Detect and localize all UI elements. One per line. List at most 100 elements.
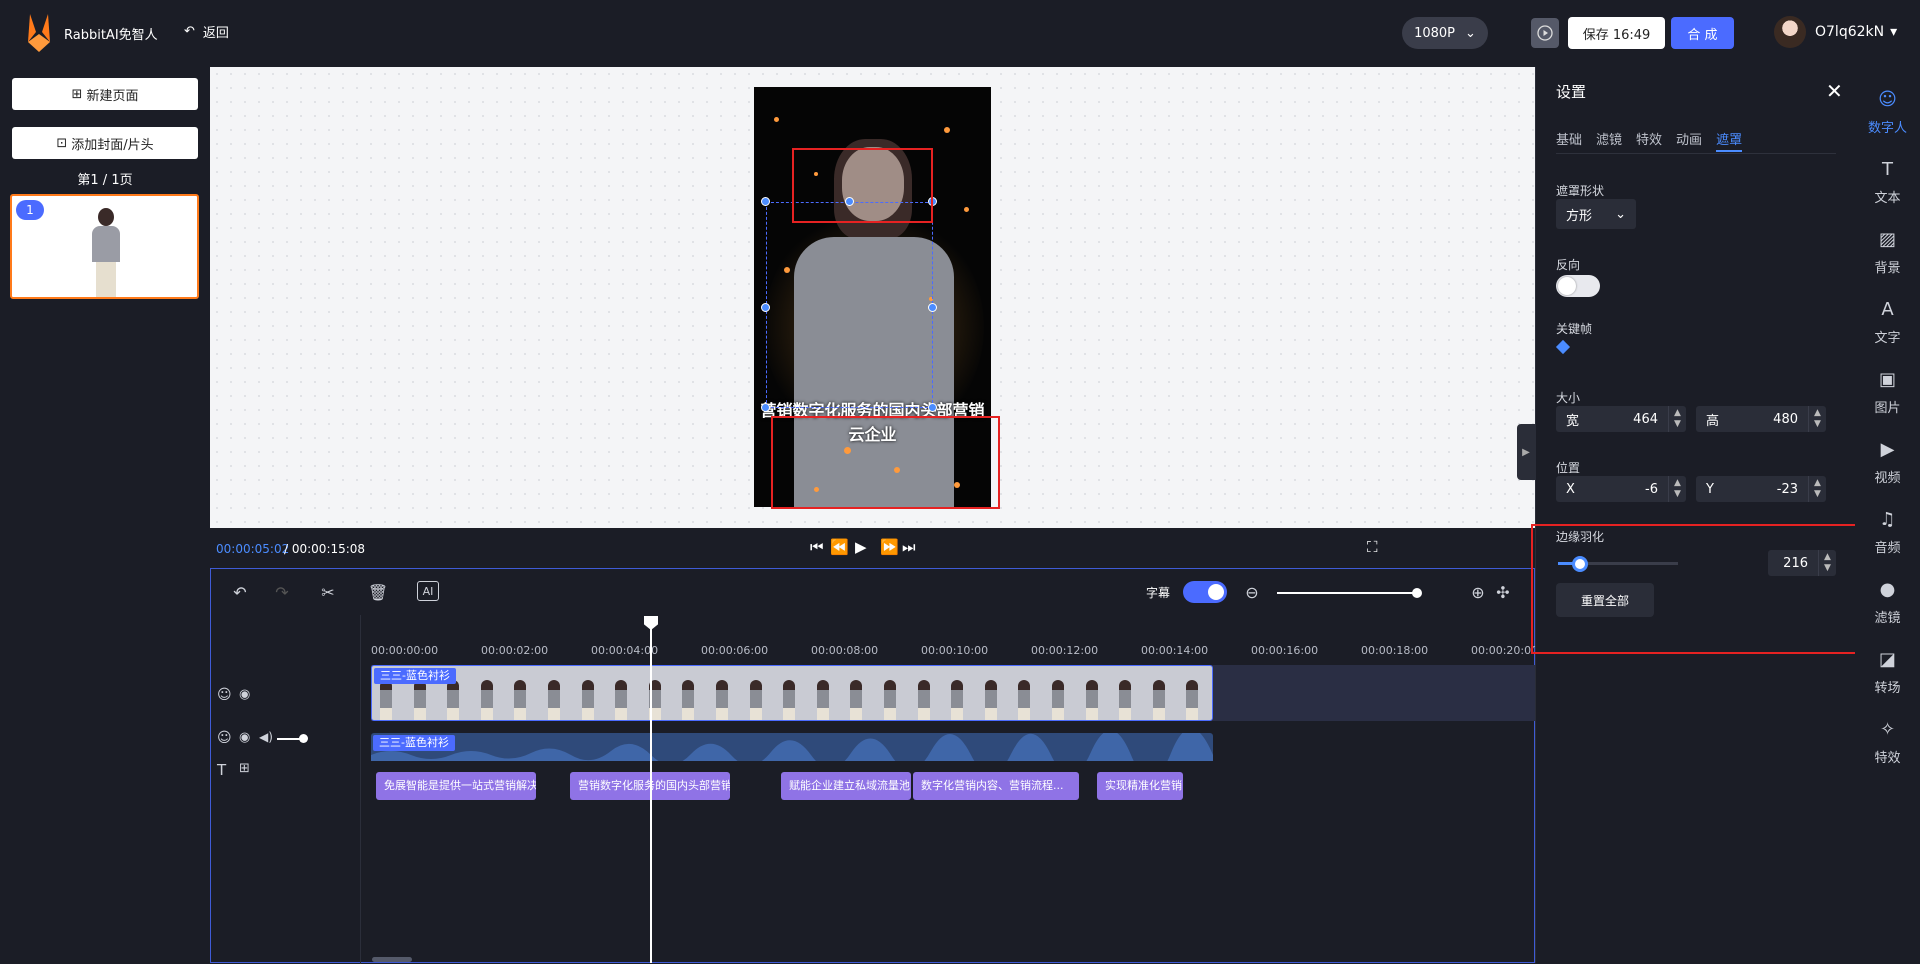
fit-icon[interactable]: ✣ (1492, 581, 1514, 603)
avatar[interactable] (1774, 16, 1806, 48)
width-input[interactable]: 宽 464 ▲ ▼ (1556, 406, 1686, 432)
add-cover-button[interactable]: ⊡ 添加封面/片头 (12, 127, 198, 159)
nav-item-digital-human[interactable]: ☺ 数字人 (1855, 89, 1920, 136)
total-time: / 00:00:15:08 (284, 542, 366, 556)
nav-item-background[interactable]: ▨ 背景 (1855, 229, 1920, 276)
resize-handle[interactable] (761, 197, 770, 206)
tab-effect[interactable]: 特效 (1636, 129, 1662, 152)
y-label: Y (1706, 481, 1714, 497)
skip-start-icon[interactable]: ⏮ (810, 538, 824, 556)
zoom-slider[interactable] (1277, 592, 1417, 594)
subtitle-clip[interactable]: 实现精准化营销 (1097, 772, 1183, 800)
resolution-select[interactable]: 1080P ⌄ (1402, 17, 1488, 49)
preview-play-button[interactable] (1531, 18, 1559, 48)
nav-item-label: 图片 (1874, 401, 1901, 416)
zoom-in-icon[interactable]: ⊕ (1467, 581, 1489, 603)
collapse-panel-button[interactable]: ▶ (1517, 424, 1535, 480)
fullscreen-icon[interactable]: ⛶ (1367, 538, 1378, 556)
clip-frame (581, 680, 594, 720)
clip-frame (514, 680, 527, 720)
resize-handle[interactable] (928, 303, 937, 312)
x-input[interactable]: X -6 ▲ ▼ (1556, 476, 1686, 502)
x-stepper[interactable]: ▲ ▼ (1668, 476, 1686, 502)
clip-frame (1018, 680, 1031, 720)
tab-basic[interactable]: 基础 (1556, 129, 1582, 152)
nav-item-image[interactable]: ▣ 图片 (1855, 369, 1920, 416)
reverse-toggle[interactable] (1556, 275, 1600, 297)
add-subtitle-icon[interactable]: ⊞ (239, 761, 250, 776)
step-back-icon[interactable]: ⏪ (830, 538, 849, 556)
height-stepper[interactable]: ▲ ▼ (1808, 406, 1826, 432)
width-stepper[interactable]: ▲ ▼ (1668, 406, 1686, 432)
height-input[interactable]: 高 480 ▲ ▼ (1696, 406, 1826, 432)
nav-item-effect[interactable]: ✧ 特效 (1855, 719, 1920, 766)
resize-handle[interactable] (928, 403, 937, 412)
nav-item-filter[interactable]: ● 滤镜 (1855, 579, 1920, 626)
time-ruler[interactable]: 00:00:00:00 00:00:02:00 00:00:04:00 00:00:0… (371, 631, 1539, 661)
trash-icon[interactable]: 🗑 (367, 581, 389, 603)
redo-icon[interactable]: ↷ (271, 581, 293, 603)
back-label: 返回 (202, 26, 229, 41)
zoom-slider-knob[interactable] (1412, 588, 1422, 598)
y-input[interactable]: Y -23 ▲ ▼ (1696, 476, 1826, 502)
tab-animation[interactable]: 动画 (1676, 129, 1702, 152)
ruler-tick-label: 00:00:20:00 (1471, 644, 1539, 657)
page-thumbnail[interactable]: 1 (10, 194, 199, 299)
horizontal-scrollbar[interactable] (372, 957, 412, 962)
new-page-icon: ⊞ (71, 86, 83, 102)
new-page-button[interactable]: ⊞ 新建页面 (12, 78, 198, 110)
ai-icon[interactable]: AI (417, 581, 439, 601)
nav-item-audio[interactable]: ♫ 音频 (1855, 509, 1920, 556)
subtitle-clip[interactable]: 数字化营销内容、营销流程... (913, 772, 1079, 800)
eye-icon[interactable]: ◉ (239, 687, 250, 702)
subtitle-clip[interactable]: 赋能企业建立私域流量池 (781, 772, 911, 800)
skip-end-icon[interactable]: ⏭ (902, 538, 916, 556)
digital-human-track-icon: ☺ (217, 687, 232, 703)
width-label: 宽 (1566, 413, 1580, 429)
ruler-tick-label: 00:00:04:00 (591, 644, 659, 657)
keyframe-diamond-icon[interactable] (1555, 339, 1571, 355)
back-arrow-icon: ↶ (184, 24, 195, 39)
synthesize-button[interactable]: 合 成 (1671, 17, 1734, 49)
volume-icon[interactable]: ◀) (259, 730, 273, 744)
y-stepper[interactable]: ▲ ▼ (1808, 476, 1826, 502)
resolution-value: 1080P (1414, 25, 1456, 41)
nav-item-transition[interactable]: ◪ 转场 (1855, 649, 1920, 696)
audio-track-clip[interactable]: 三三-蓝色衬衫 (371, 733, 1213, 761)
undo-icon[interactable]: ↶ (229, 581, 251, 603)
new-page-label: 新建页面 (86, 88, 139, 104)
play-icon[interactable]: ▶ (855, 538, 867, 556)
close-icon[interactable]: ✕ (1826, 79, 1843, 103)
video-icon: ▶ (1880, 439, 1895, 460)
playhead-line[interactable] (650, 618, 652, 963)
settings-tabs: 基础 滤镜 特效 动画 遮罩 (1556, 129, 1743, 152)
volume-knob[interactable] (299, 734, 308, 743)
resize-handle[interactable] (761, 403, 770, 412)
zoom-out-icon[interactable]: ⊖ (1241, 581, 1263, 603)
save-button[interactable]: 保存 16:49 (1568, 17, 1665, 49)
nav-item-font[interactable]: A 文字 (1855, 299, 1920, 346)
y-value: -23 (1776, 481, 1798, 497)
mask-shape-select[interactable]: 方形 ⌄ (1556, 199, 1636, 229)
mask-selection-frame[interactable] (766, 202, 933, 408)
nav-item-label: 视频 (1874, 471, 1901, 486)
eye-icon[interactable]: ◉ (239, 730, 250, 745)
clip-frame (951, 680, 964, 720)
audio-clip-label: 三三-蓝色衬衫 (373, 735, 455, 751)
back-button[interactable]: ↶ 返回 (184, 22, 229, 41)
nav-item-video[interactable]: ▶ 视频 (1855, 439, 1920, 486)
subtitle-clip[interactable]: 免展智能是提供一站式营销解决方... (376, 772, 536, 800)
tab-filter[interactable]: 滤镜 (1596, 129, 1622, 152)
nav-item-text[interactable]: T 文本 (1855, 159, 1920, 206)
page-counter: 第1 / 1页 (77, 173, 133, 188)
editor-canvas[interactable]: 营销数字化服务的国内头部营销 云企业 (210, 67, 1535, 528)
caret-down-icon: ▾ (1890, 24, 1898, 40)
user-menu[interactable]: O7lq62kN ▾ (1815, 24, 1897, 40)
scissors-icon[interactable]: ✂ (317, 581, 339, 603)
video-clip[interactable]: 三三-蓝色衬衫 (371, 665, 1213, 721)
resize-handle[interactable] (761, 303, 770, 312)
pages-panel: ⊞ 新建页面 ⊡ 添加封面/片头 第1 / 1页 1 (0, 67, 210, 963)
step-forward-icon[interactable]: ⏩ (880, 538, 899, 556)
tab-mask[interactable]: 遮罩 (1716, 129, 1743, 152)
subtitle-toggle[interactable] (1183, 581, 1227, 603)
